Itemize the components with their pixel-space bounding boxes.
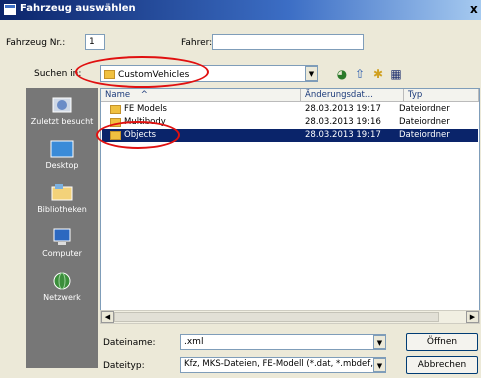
file-name: Multibody (124, 117, 166, 127)
scroll-right-icon[interactable]: ▶ (466, 311, 479, 323)
filetype-label: Dateityp: (103, 361, 145, 371)
place-label: Bibliotheken (37, 205, 87, 214)
scroll-left-icon[interactable]: ◀ (101, 311, 114, 323)
file-list[interactable]: Name ^ Änderungsdat... Typ FE Models 28.… (100, 88, 480, 324)
places-bar: Zuletzt besucht Desktop Bibliotheken Com… (26, 88, 98, 368)
horizontal-scrollbar[interactable]: ◀ ▶ (100, 310, 480, 324)
chevron-down-icon[interactable]: ▼ (305, 66, 318, 81)
open-button[interactable]: Öffnen (406, 333, 478, 351)
vehicle-no-input[interactable] (85, 34, 105, 50)
place-label: Desktop (45, 161, 79, 170)
column-header-type[interactable]: Typ (404, 89, 479, 102)
list-item-selected[interactable]: Objects 28.03.2013 19:17 Dateiordner (102, 129, 478, 142)
sort-ascending-icon: ^ (140, 90, 148, 100)
recent-icon (52, 97, 72, 113)
driver-label: Fahrer: (181, 38, 213, 48)
folder-icon (104, 70, 115, 79)
place-computer[interactable]: Computer (26, 228, 98, 258)
app-icon (4, 4, 16, 15)
chevron-down-icon[interactable]: ▼ (373, 358, 386, 372)
view-menu-icon[interactable]: ▦ (388, 66, 404, 82)
file-type: Dateiordner (399, 117, 450, 127)
list-item[interactable]: Multibody 28.03.2013 19:16 Dateiordner (102, 116, 478, 129)
cancel-button[interactable]: Abbrechen (406, 356, 478, 374)
file-type: Dateiordner (399, 130, 450, 140)
new-folder-icon[interactable]: ✱ (370, 66, 386, 82)
file-type: Dateiordner (399, 104, 450, 114)
chevron-down-icon[interactable]: ▼ (373, 335, 386, 349)
window-title: Fahrzeug auswählen (20, 3, 136, 14)
close-button[interactable]: x (470, 2, 478, 16)
place-libraries[interactable]: Bibliotheken (26, 184, 98, 214)
filename-input[interactable] (180, 334, 386, 350)
back-icon[interactable]: ◕ (334, 66, 350, 82)
folder-icon (110, 105, 121, 114)
place-desktop[interactable]: Desktop (26, 140, 98, 170)
folder-icon (110, 118, 121, 127)
file-date: 28.03.2013 19:17 (305, 130, 381, 140)
column-label: Name (105, 90, 131, 100)
file-date: 28.03.2013 19:16 (305, 117, 381, 127)
vehicle-no-label: Fahrzeug Nr.: (6, 38, 66, 48)
column-header-date[interactable]: Änderungsdat... (301, 89, 404, 102)
up-folder-icon[interactable]: ⇧ (352, 66, 368, 82)
file-date: 28.03.2013 19:17 (305, 104, 381, 114)
list-item[interactable]: FE Models 28.03.2013 19:17 Dateiordner (102, 103, 478, 116)
column-header-name[interactable]: Name ^ (101, 89, 301, 102)
search-in-combo[interactable]: CustomVehicles (100, 65, 318, 82)
filetype-select[interactable]: Kfz, MKS-Dateien, FE-Modell (*.dat, *.mb… (180, 357, 386, 373)
place-label: Zuletzt besucht (30, 117, 94, 126)
column-label: Typ (408, 90, 423, 100)
folder-icon (110, 131, 121, 140)
network-icon (53, 272, 71, 290)
desktop-icon (50, 140, 74, 158)
column-label: Änderungsdat... (305, 90, 373, 100)
file-name: FE Models (124, 104, 167, 114)
search-in-label: Suchen in: (34, 69, 82, 79)
file-name: Objects (124, 130, 157, 140)
filename-label: Dateiname: (103, 338, 156, 348)
computer-icon (53, 228, 71, 245)
place-label: Computer (42, 249, 82, 258)
scroll-thumb[interactable] (114, 312, 439, 322)
libraries-icon (51, 184, 73, 201)
place-label: Netzwerk (43, 293, 81, 302)
search-in-value: CustomVehicles (118, 70, 190, 80)
place-recent[interactable]: Zuletzt besucht (26, 96, 98, 126)
driver-input[interactable] (212, 34, 364, 50)
place-network[interactable]: Netzwerk (26, 272, 98, 302)
